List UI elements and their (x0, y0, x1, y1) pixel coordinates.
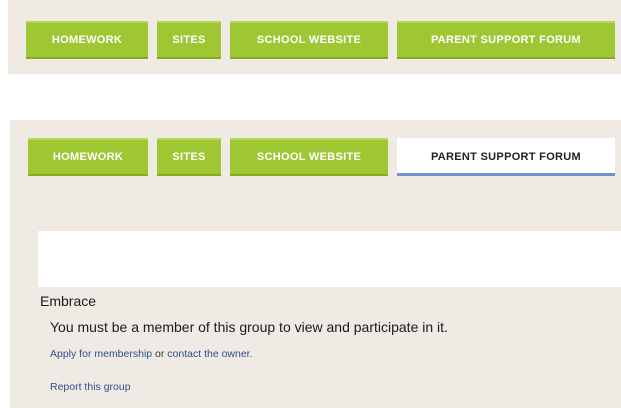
tab-school-website[interactable]: SCHOOL WEBSITE (230, 21, 388, 59)
content-box (38, 231, 621, 287)
group-name: Embrace (40, 293, 97, 309)
membership-required-message: You must be a member of this group to vi… (50, 319, 448, 335)
apply-membership-link[interactable]: Apply for membership (50, 348, 152, 360)
report-group: Report this group (50, 381, 131, 393)
or-text: or (152, 348, 168, 360)
contact-owner-link[interactable]: contact the owner. (167, 348, 252, 360)
membership-actions: Apply for membership or contact the owne… (50, 348, 253, 360)
tab-parent-support-forum[interactable]: PARENT SUPPORT FORUM (397, 21, 615, 59)
report-group-link[interactable]: Report this group (50, 381, 131, 393)
tab-homework[interactable]: HOMEWORK (28, 138, 148, 176)
tab-homework[interactable]: HOMEWORK (26, 21, 148, 59)
tab-school-website[interactable]: SCHOOL WEBSITE (230, 138, 388, 176)
tab-parent-support-forum-active[interactable]: PARENT SUPPORT FORUM (397, 138, 615, 176)
tab-sites[interactable]: SITES (157, 21, 221, 59)
tab-sites[interactable]: SITES (157, 138, 221, 176)
